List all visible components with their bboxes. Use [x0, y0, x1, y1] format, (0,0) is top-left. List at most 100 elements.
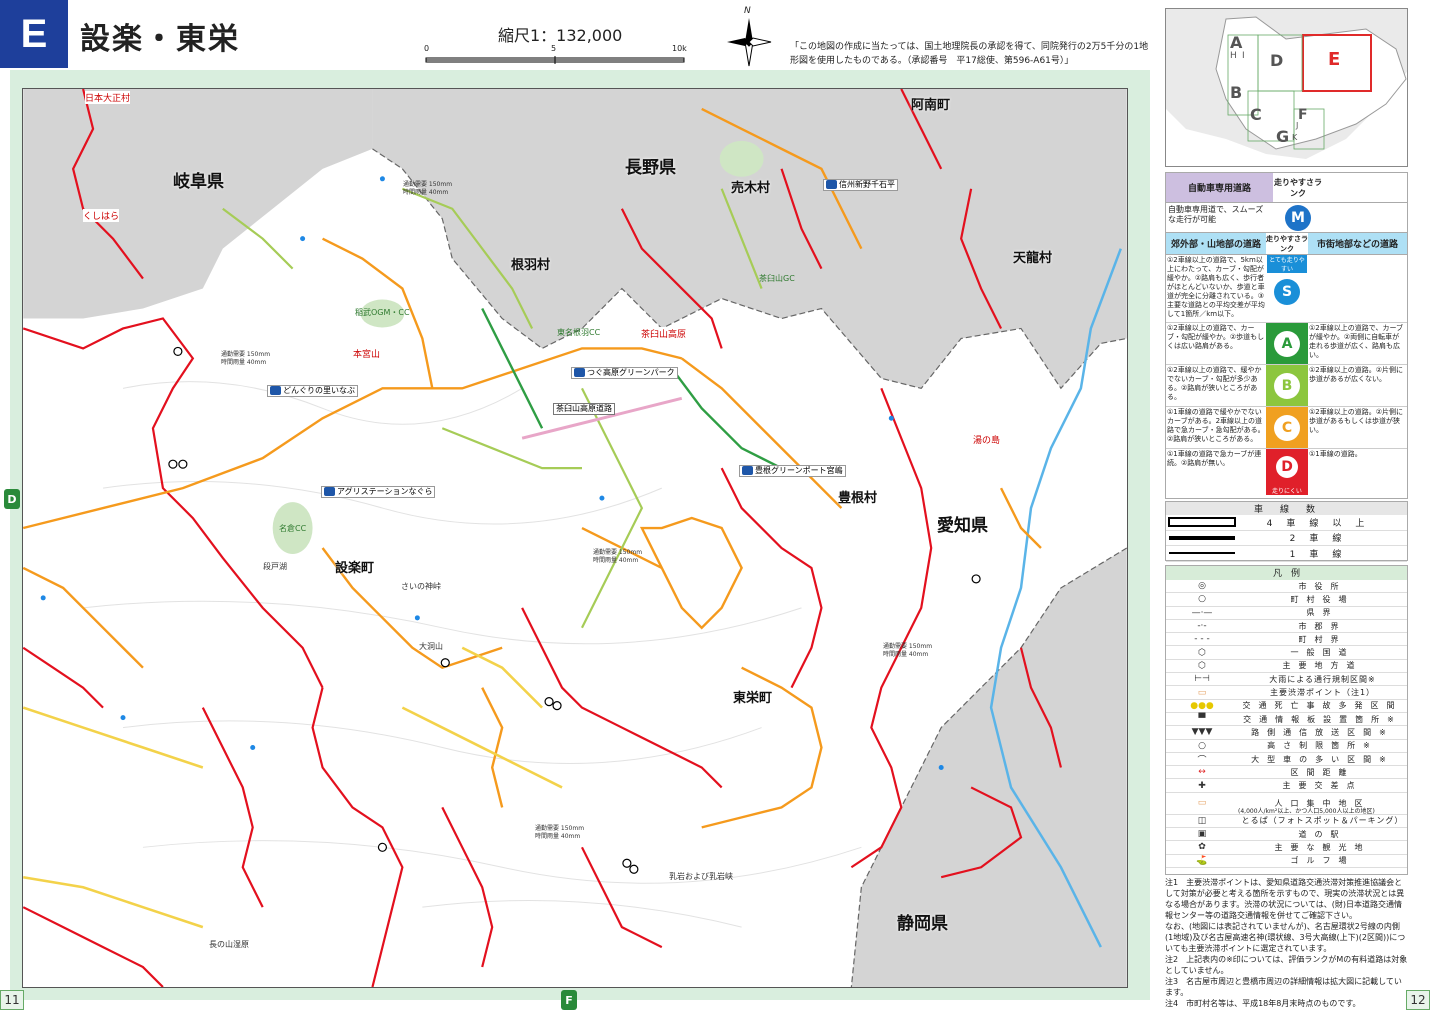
- legend-row: —·— 県界: [1166, 607, 1407, 620]
- congestion-point-icon: ▭: [1197, 687, 1207, 698]
- legend-label: ゴルフ場: [1290, 856, 1355, 866]
- shizuoka-area: [851, 547, 1127, 987]
- roadside-station-icon: [270, 386, 281, 395]
- municipality-label-toyone: 豊根村: [838, 491, 878, 506]
- poi-chausu-kogen: 茶臼山高原: [641, 327, 687, 340]
- place-inabu-golf: 稲武OGM・CC: [355, 308, 410, 317]
- scale-tick-10k: 10k: [672, 44, 687, 53]
- city-hall-icon: ◎: [1198, 581, 1206, 592]
- index-letter-h: H: [1230, 51, 1237, 61]
- legend-row: ▭ 人口集中地区 (4,000人/km²以上、かつ人口5,000人以上の地区): [1166, 793, 1407, 815]
- legend-row: ▭ 主要渋滞ポイント（注1）: [1166, 686, 1407, 700]
- place-sainokami: さいの神峠: [401, 582, 441, 591]
- legend-label: 大雨による通行規制区間※: [1269, 674, 1376, 684]
- page-number-right: 12: [1406, 990, 1430, 1010]
- legend-label: 主要交差点: [1282, 781, 1363, 791]
- rank-panel: 自動車専用道路 走りやすさランク 自動車専用道で、スムーズな走行が可能 M 郊外…: [1165, 172, 1408, 499]
- lanes-panel: 車 線 数 4車線以上 2車線 1車線: [1165, 501, 1408, 562]
- copyright-notice: 「この地図の作成に当たっては、国土地理院長の承認を得て、同院発行の2万5千分の1…: [790, 42, 1149, 66]
- sightseeing-icon: ✿: [1198, 842, 1206, 853]
- sign-agri-nagura-label: アグリステーションなぐら: [337, 487, 433, 496]
- arrow-top-label: とても走りやすい: [1267, 255, 1307, 273]
- legend-label: 路側通信放送区間※: [1251, 727, 1394, 737]
- rain-info-line1: 通勤需要 150mm: [593, 549, 643, 556]
- municipality-label-neba: 根羽村: [511, 258, 551, 273]
- rain-info-line1: 通勤需要 150mm: [535, 825, 585, 832]
- edge-marker-f[interactable]: F: [561, 990, 577, 1010]
- sign-agri-nagura[interactable]: アグリステーションなぐら: [321, 486, 436, 498]
- accident-zone-icon: ●●●: [1190, 700, 1214, 711]
- legend-title: 凡 例: [1166, 566, 1407, 580]
- legend-label: とるぱ（フォトスポット＆パーキング）: [1241, 816, 1404, 826]
- index-letter-k: K: [1292, 133, 1298, 142]
- index-letter-a: A: [1230, 33, 1243, 52]
- note-3: 注3 名古屋市周辺と豊橋市周辺の詳細情報は拡大図に記載しています。: [1165, 977, 1402, 997]
- legend-label: 町村界: [1298, 634, 1347, 644]
- roadside-station-icon: [826, 180, 837, 189]
- roadside-station-icon: [742, 466, 753, 475]
- map-area[interactable]: 岐阜県 長野県 愛知県 静岡県 根羽村 売木村 阿南町 天龍村 設楽町 豊根村 …: [22, 88, 1128, 988]
- legend-label: 主要地方道: [1282, 661, 1363, 671]
- sign-toyone-port-label: 豊根グリーンポート宮嶋: [755, 466, 843, 475]
- scale-tick-0: 0: [424, 44, 430, 53]
- poi-kushihara: くしはら: [83, 209, 120, 222]
- lanes-row-1: 1車線: [1166, 546, 1407, 562]
- legend-row: ◫ とるぱ（フォトスポット＆パーキング）: [1166, 815, 1407, 829]
- distance-icon: ↔: [1198, 767, 1206, 778]
- sign-chausu-road: 茶臼山高原道路: [553, 403, 615, 415]
- legend-label: 区間距離: [1290, 767, 1355, 777]
- sign-donguri[interactable]: どんぐりの里いなぶ: [267, 385, 358, 397]
- did-note: (4,000人/km²以上、かつ人口5,000人以上の地区): [1238, 807, 1375, 815]
- index-letter-g: G: [1276, 127, 1290, 146]
- legend-label: 県界: [1306, 608, 1339, 618]
- sign-toyone-port[interactable]: 豊根グリーンポート宮嶋: [739, 465, 846, 477]
- legend-row: ●●● 交通死亡事故多発区間: [1166, 700, 1407, 713]
- lanes-label-1: 1車線: [1289, 549, 1356, 560]
- motorway-desc: 自動車専用道で、スムーズな走行が可能: [1168, 205, 1264, 224]
- prefecture-label-aichi: 愛知県: [937, 516, 988, 536]
- legend-row: ⬡ 一般国道: [1166, 646, 1407, 660]
- legend-label: 高さ制限箇所※: [1267, 741, 1378, 751]
- rank-d-badge: D: [1276, 455, 1298, 478]
- prefecture-label-gifu: 岐阜県: [173, 172, 224, 192]
- rank-a-badge: A: [1274, 330, 1300, 357]
- rain-info-line2: 時間雨量 40mm: [535, 833, 581, 840]
- lanes-title: 車 線 数: [1166, 502, 1407, 515]
- height-limit-icon: ○: [1198, 740, 1206, 751]
- index-letter-e: E: [1328, 49, 1341, 70]
- legend-row: ▀ 交通情報板設置箇所※: [1166, 713, 1407, 727]
- edge-marker-d[interactable]: D: [4, 489, 20, 509]
- sign-donguri-label: どんぐりの里いなぶ: [283, 386, 355, 395]
- sign-tsugu-label: つぐ高原グリーンパーク: [587, 368, 675, 377]
- municipality-label-tenryu: 天龍村: [1013, 251, 1053, 266]
- scale-label: 縮尺1：132,000: [498, 26, 623, 45]
- place-dando: 段戸湖: [263, 562, 287, 571]
- index-map[interactable]: A H I B C D E F G J K: [1165, 8, 1408, 167]
- rain-closure-icon: ⊢⊣: [1194, 674, 1210, 685]
- sign-tsugu[interactable]: つぐ高原グリーンパーク: [571, 367, 678, 379]
- legend-row: ○ 町村役場: [1166, 593, 1407, 607]
- rain-info-line1: 通勤需要 150mm: [221, 351, 271, 358]
- rain-info-line1: 通勤需要 150mm: [403, 181, 453, 188]
- rain-info-line2: 時間雨量 40mm: [403, 189, 449, 196]
- section-badge: E: [0, 0, 68, 68]
- sign-niino[interactable]: 信州新野千石平: [823, 179, 898, 191]
- place-obora: 大洞山: [419, 642, 443, 651]
- lanes-row-4: 4車線以上: [1166, 515, 1407, 531]
- rain-closure-info: 通勤需要 150mm 時間雨量 40mm: [221, 351, 270, 367]
- rain-closure-info: 通勤需要 150mm 時間雨量 40mm: [403, 181, 452, 197]
- town-border-icon: - - -: [1194, 634, 1210, 645]
- rain-closure-info: 通勤需要 150mm 時間雨量 40mm: [593, 549, 642, 565]
- place-tomei-neba-golf: 東名根羽CC: [557, 328, 601, 337]
- scale-tick-5: 5: [551, 44, 557, 53]
- roadside-station-icon: [574, 368, 585, 377]
- legend-row: ⛳ ゴルフ場: [1166, 855, 1407, 868]
- municipality-label-anan: 阿南町: [911, 98, 951, 113]
- legend-row: ▼▼▼ 路側通信放送区間※: [1166, 726, 1407, 740]
- poi-hongu: 本宮山: [353, 347, 381, 360]
- did-area-icon: ▭: [1197, 798, 1207, 809]
- poi-yunoshima: 湯の島: [973, 433, 1001, 446]
- page-number-left: 11: [0, 990, 24, 1010]
- rank-b-desc: ①2車線以上の道路で、緩やかでないカーブ・勾配が多少ある。②路肩が狭いところがあ…: [1167, 366, 1262, 401]
- rain-closure-info: 通勤需要 150mm 時間雨量 40mm: [535, 825, 584, 841]
